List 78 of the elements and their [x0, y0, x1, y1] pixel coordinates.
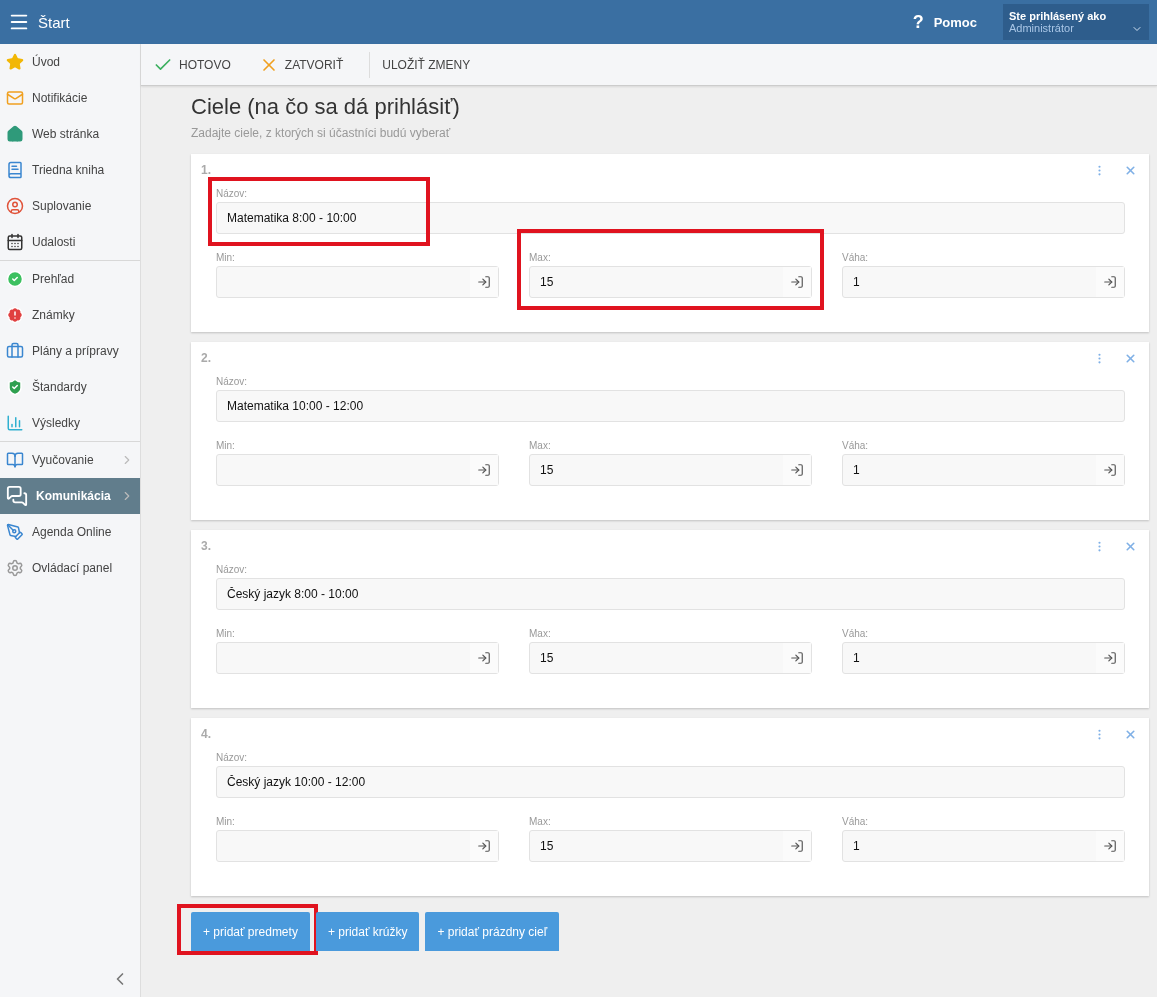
field-label: Max: [529, 628, 552, 639]
briefcase-icon [6, 342, 24, 360]
close-icon[interactable] [1124, 351, 1137, 365]
sidebar-item[interactable]: Ovládací panel [0, 550, 140, 586]
sidebar-item[interactable]: Výsledky [0, 405, 140, 441]
notebook-icon [6, 161, 24, 179]
field-label: Váha: [842, 816, 870, 827]
number-field[interactable]: 15 [529, 454, 812, 486]
person-icon [6, 197, 24, 215]
number-field[interactable]: 1 [842, 642, 1125, 674]
field-label: Názov: [216, 376, 249, 387]
field-label: Min: [216, 252, 236, 263]
field-label: Váha: [842, 252, 870, 263]
bar-chart-icon [6, 414, 24, 432]
sidebar-item[interactable]: Štandardy [0, 369, 140, 405]
star-icon [6, 53, 24, 71]
sidebar-item[interactable]: Agenda Online [0, 514, 140, 550]
number-field[interactable] [216, 454, 499, 486]
sidebar-item[interactable]: Plány a prípravy [0, 333, 140, 369]
field-label: Min: [216, 816, 236, 827]
close-icon[interactable] [1124, 163, 1137, 177]
number-field[interactable]: 1 [842, 266, 1125, 298]
field-label: Názov: [216, 564, 249, 575]
field-label: Max: [529, 816, 552, 827]
open-book-icon [6, 451, 24, 469]
field-label: Max: [529, 440, 552, 451]
sidebar-item[interactable]: Web stránka [0, 116, 140, 152]
close-icon[interactable] [1124, 727, 1137, 741]
pen-icon [6, 523, 24, 541]
toolbar-button[interactable]: HOTOVO [151, 51, 245, 78]
card-number: 4. [201, 727, 211, 741]
grade-icon [6, 306, 24, 324]
field-label: Min: [216, 440, 236, 451]
sidebar-item[interactable]: Triedna kniha [0, 152, 140, 188]
name-field[interactable]: Matematika 8:00 - 10:00 [216, 202, 1125, 234]
sidebar-item[interactable]: Vyučovanie [0, 442, 140, 478]
sidebar-item[interactable]: Notifikácie [0, 80, 140, 116]
number-field[interactable] [216, 266, 499, 298]
sidebar-item[interactable]: Úvod [0, 44, 140, 80]
field-label: Názov: [216, 188, 249, 199]
chat-icon [6, 485, 28, 507]
sidebar-item[interactable]: Komunikácia [0, 478, 140, 514]
card-number: 2. [201, 351, 211, 365]
user-menu[interactable]: Ste prihlásený ako Administrátor [1003, 4, 1149, 40]
card-number: 1. [201, 163, 211, 177]
name-field[interactable]: Český jazyk 8:00 - 10:00 [216, 578, 1125, 610]
toolbar-button[interactable]: ULOŽIŤ ZMENY [369, 51, 485, 78]
number-field[interactable]: 15 [529, 830, 812, 862]
number-field[interactable]: 1 [842, 830, 1125, 862]
sidebar-item[interactable]: Udalosti [0, 224, 140, 260]
check-circle-icon [6, 270, 24, 288]
field-label: Váha: [842, 628, 870, 639]
close-icon[interactable] [1124, 539, 1137, 553]
page-subtitle: Zadajte ciele, z ktorých si účastníci budú vyberať [191, 126, 452, 140]
field-label: Min: [216, 628, 236, 639]
number-field[interactable]: 15 [529, 266, 812, 298]
number-field[interactable]: 1 [842, 454, 1125, 486]
number-field[interactable] [216, 830, 499, 862]
shield-icon [6, 378, 24, 396]
name-field[interactable]: Český jazyk 10:00 - 12:00 [216, 766, 1125, 798]
name-field[interactable]: Matematika 10:00 - 12:00 [216, 390, 1125, 422]
card-number: 3. [201, 539, 211, 553]
number-field[interactable]: 15 [529, 642, 812, 674]
gear-icon [6, 559, 24, 577]
sidebar-item[interactable]: Suplovanie [0, 188, 140, 224]
help-button[interactable]: ? Pomoc [906, 10, 983, 34]
toolbar-button[interactable]: ZATVORIŤ [256, 51, 358, 78]
calendar-icon [6, 233, 24, 251]
sidebar-item[interactable]: Známky [0, 297, 140, 333]
sidebar-item[interactable]: Prehľad [0, 261, 140, 297]
field-label: Názov: [216, 752, 249, 763]
number-field[interactable] [216, 642, 499, 674]
field-label: Max: [529, 252, 552, 263]
envelope-icon [6, 89, 24, 107]
house-icon [6, 125, 24, 143]
app-title: Štart [38, 13, 70, 31]
page-title: Ciele (na čo sa dá prihlásiť) [191, 94, 461, 120]
field-label: Váha: [842, 440, 870, 451]
